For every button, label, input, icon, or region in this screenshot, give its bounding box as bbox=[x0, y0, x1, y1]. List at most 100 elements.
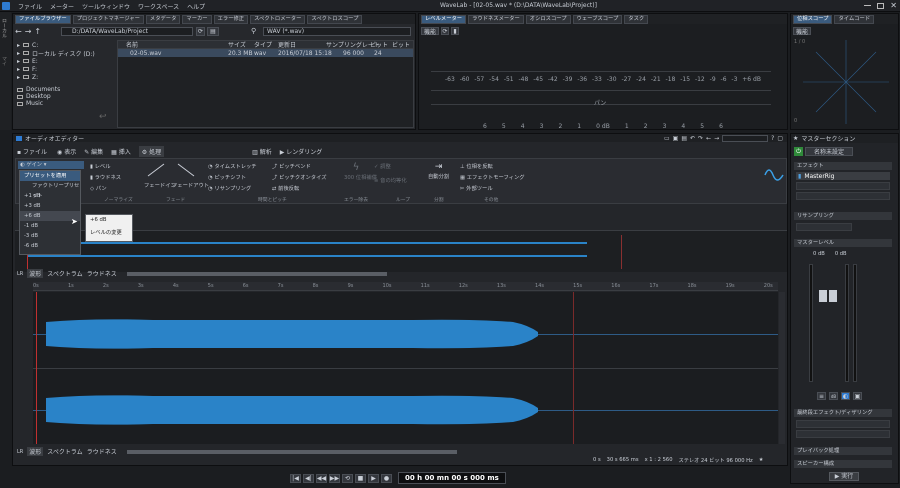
rewind-icon[interactable]: ◀◀ bbox=[316, 473, 327, 483]
table-row[interactable]: 02-05.wav 20.3 MB wav 2016/07/18 15:18 9… bbox=[118, 49, 413, 57]
refresh-icon[interactable]: ⟳ bbox=[196, 27, 205, 36]
view-mode-icon[interactable]: ▤ bbox=[207, 27, 219, 36]
pitchbend-button[interactable]: ⤴ ピッチベンド bbox=[272, 162, 311, 170]
meter-reset-icon[interactable]: ⟳ bbox=[441, 27, 450, 35]
dock-icon[interactable]: ▢ bbox=[777, 135, 783, 142]
tab-editor-view[interactable]: ◉ 表示 bbox=[57, 147, 76, 156]
rewind-start-icon[interactable]: |◀ bbox=[290, 473, 301, 483]
effect-slot-2[interactable] bbox=[796, 182, 890, 190]
final-slot-2[interactable] bbox=[796, 430, 890, 438]
speaker-config-header[interactable]: スピーカー構成 bbox=[794, 460, 892, 468]
tab-editor-edit[interactable]: ✎ 編集 bbox=[84, 147, 103, 156]
zoom-readout[interactable]: x 1 : 2 560 bbox=[645, 457, 673, 463]
lock-icon[interactable]: ▣ bbox=[853, 392, 862, 400]
undo-icon[interactable]: ↶ bbox=[690, 135, 695, 142]
effects-header[interactable]: エフェクト bbox=[794, 162, 892, 170]
final-slot-1[interactable] bbox=[796, 420, 890, 428]
effect-slot-3[interactable] bbox=[796, 192, 890, 200]
tab-editor-insert[interactable]: ▦ 挿入 bbox=[111, 147, 131, 156]
tab-spectrometer[interactable]: スペクトロメーター bbox=[250, 14, 306, 24]
menu-toolwindow[interactable]: ツールウィンドウ bbox=[82, 2, 130, 11]
loop-icon[interactable]: ⟲ bbox=[342, 473, 353, 483]
power-icon[interactable]: ⏻ bbox=[794, 147, 803, 156]
phase-comp-button[interactable]: ϟ 300 位相補償 bbox=[344, 162, 377, 181]
pitchquant-button[interactable]: ⤴ ピッチクオンタイズ bbox=[272, 173, 327, 181]
stop-icon[interactable]: ■ bbox=[355, 473, 366, 483]
phase-settings-button[interactable]: 機能 bbox=[793, 27, 812, 36]
tab-loudness-meter[interactable]: ラウドネスメーター bbox=[468, 14, 524, 24]
db-icon[interactable]: dB bbox=[829, 392, 838, 400]
time-ruler[interactable]: 0s 1s 2s 3s 4s 5s 6s 7s 8s 9s 10s 11s 12s 13s 14s 15s 16… bbox=[33, 282, 778, 291]
tree-item[interactable]: ▸ ローカル ディスク (D:) bbox=[17, 49, 113, 58]
auto-split-button[interactable]: ⇥ 自動分割 bbox=[428, 162, 449, 180]
nav-back-icon[interactable]: ← bbox=[706, 135, 711, 142]
factory-preset-item[interactable]: ファクトリープリセット bbox=[20, 181, 80, 199]
change-level-item[interactable]: レベルの変更 bbox=[86, 228, 132, 238]
waveform-view[interactable] bbox=[33, 292, 778, 444]
tab-overview-loudness[interactable]: ラウドネス bbox=[87, 269, 117, 278]
render-button[interactable]: ▶ 実行 bbox=[829, 472, 859, 481]
tab-editor-render[interactable]: ▶ レンダリング bbox=[280, 147, 323, 156]
tree-item[interactable]: ▸ F: bbox=[17, 65, 113, 73]
redo-icon[interactable]: ↷ bbox=[698, 135, 703, 142]
tab-editor-analysis[interactable]: ▥ 解析 bbox=[252, 147, 272, 156]
prev-marker-icon[interactable]: ◀| bbox=[303, 473, 314, 483]
filter-search-icon[interactable]: ⚲ bbox=[251, 27, 260, 36]
reverse-button[interactable]: ⇄ 前後反転 bbox=[272, 184, 299, 192]
menu-file[interactable]: ファイル bbox=[18, 2, 42, 11]
up-arrow-icon[interactable]: ↑ bbox=[34, 27, 41, 36]
col-rate[interactable]: サンプリングレート bbox=[326, 40, 380, 49]
menu-help[interactable]: ヘルプ bbox=[187, 2, 205, 11]
tree-item[interactable]: ▸ E: bbox=[17, 57, 113, 65]
master-level-header[interactable]: マスターレベル bbox=[794, 239, 892, 247]
effect-slot-1[interactable]: ▮ MasterRig bbox=[796, 172, 890, 180]
preset-item[interactable]: -6 dB bbox=[20, 241, 80, 251]
col-bits2[interactable]: ビット bbox=[392, 40, 412, 49]
tab-level-meter[interactable]: レベルメーター bbox=[421, 14, 467, 24]
effect-morph-button[interactable]: ▦ エフェクトモーフィング bbox=[460, 173, 525, 181]
cursor-position[interactable]: 0 s bbox=[593, 457, 601, 463]
equalize-button[interactable]: ≡ 音の均等化 bbox=[374, 176, 407, 184]
vertical-scrollbar[interactable] bbox=[779, 292, 785, 444]
playback-processing-header[interactable]: プレイバック処理 bbox=[794, 447, 892, 455]
preset-item[interactable]: -3 dB bbox=[20, 231, 80, 241]
fade-out-icon[interactable] bbox=[176, 163, 196, 177]
playback-cursor[interactable] bbox=[36, 292, 37, 444]
side-tab-local[interactable]: ローカル bbox=[1, 18, 8, 38]
side-tab-my[interactable]: マイ bbox=[1, 56, 8, 66]
tab-main-loudness[interactable]: ラウドネス bbox=[87, 447, 117, 456]
dither-icon[interactable]: ≡ bbox=[817, 392, 826, 400]
view-icon[interactable]: ▭ bbox=[664, 135, 670, 142]
tab-project-manager[interactable]: プロジェクトマネージャー bbox=[72, 14, 144, 24]
menu-meter[interactable]: メーター bbox=[50, 2, 74, 11]
level-button[interactable]: ▮ レベル bbox=[90, 162, 111, 170]
fade-out-label[interactable]: フェードアウト bbox=[172, 181, 209, 189]
duration-readout[interactable]: 30 s 665 ms bbox=[607, 457, 639, 463]
help-icon[interactable]: ? bbox=[771, 135, 774, 142]
maximize-icon[interactable] bbox=[877, 2, 885, 9]
tab-wavescope[interactable]: ウェーブスコープ bbox=[572, 14, 623, 24]
tab-timecode[interactable]: タイムコード bbox=[834, 14, 875, 24]
apply-preset-item[interactable]: プリセットを適用 bbox=[20, 171, 80, 181]
save-icon[interactable]: ▤ bbox=[681, 135, 687, 142]
place-item[interactable]: Documents bbox=[17, 86, 113, 93]
editor-preset-select[interactable] bbox=[722, 134, 769, 142]
record-icon[interactable]: ● bbox=[381, 473, 392, 483]
fader-right[interactable] bbox=[829, 290, 837, 302]
tab-overview-wave[interactable]: 波形 bbox=[27, 269, 44, 278]
transport-time[interactable]: 00 h 00 mn 00 s 000 ms bbox=[398, 472, 506, 484]
timestretch-button[interactable]: ◔ タイムストレッチ bbox=[208, 162, 257, 170]
tab-main-spectrum[interactable]: スペクトラム bbox=[47, 447, 82, 456]
tab-spectroscope[interactable]: スペクトロスコープ bbox=[307, 14, 363, 24]
fast-forward-icon[interactable]: ▶▶ bbox=[329, 473, 340, 483]
tab-task[interactable]: タスク bbox=[624, 14, 649, 24]
pitchshift-button[interactable]: ◔ ピッチシフト bbox=[208, 173, 246, 181]
tab-metadata[interactable]: メタデータ bbox=[145, 14, 181, 24]
loudness-button[interactable]: ▮ ラウドネス bbox=[90, 173, 121, 181]
overview-scroll[interactable] bbox=[126, 271, 387, 276]
tab-oscilloscope[interactable]: オシロスコープ bbox=[525, 14, 571, 24]
col-name[interactable]: 名前 bbox=[118, 40, 228, 49]
submenu-value[interactable]: +6 dB bbox=[86, 215, 132, 225]
tab-editor-process[interactable]: ⚙ 処理 bbox=[138, 145, 165, 157]
final-effects-header[interactable]: 最終段エフェクト/ディザリング bbox=[794, 409, 892, 417]
